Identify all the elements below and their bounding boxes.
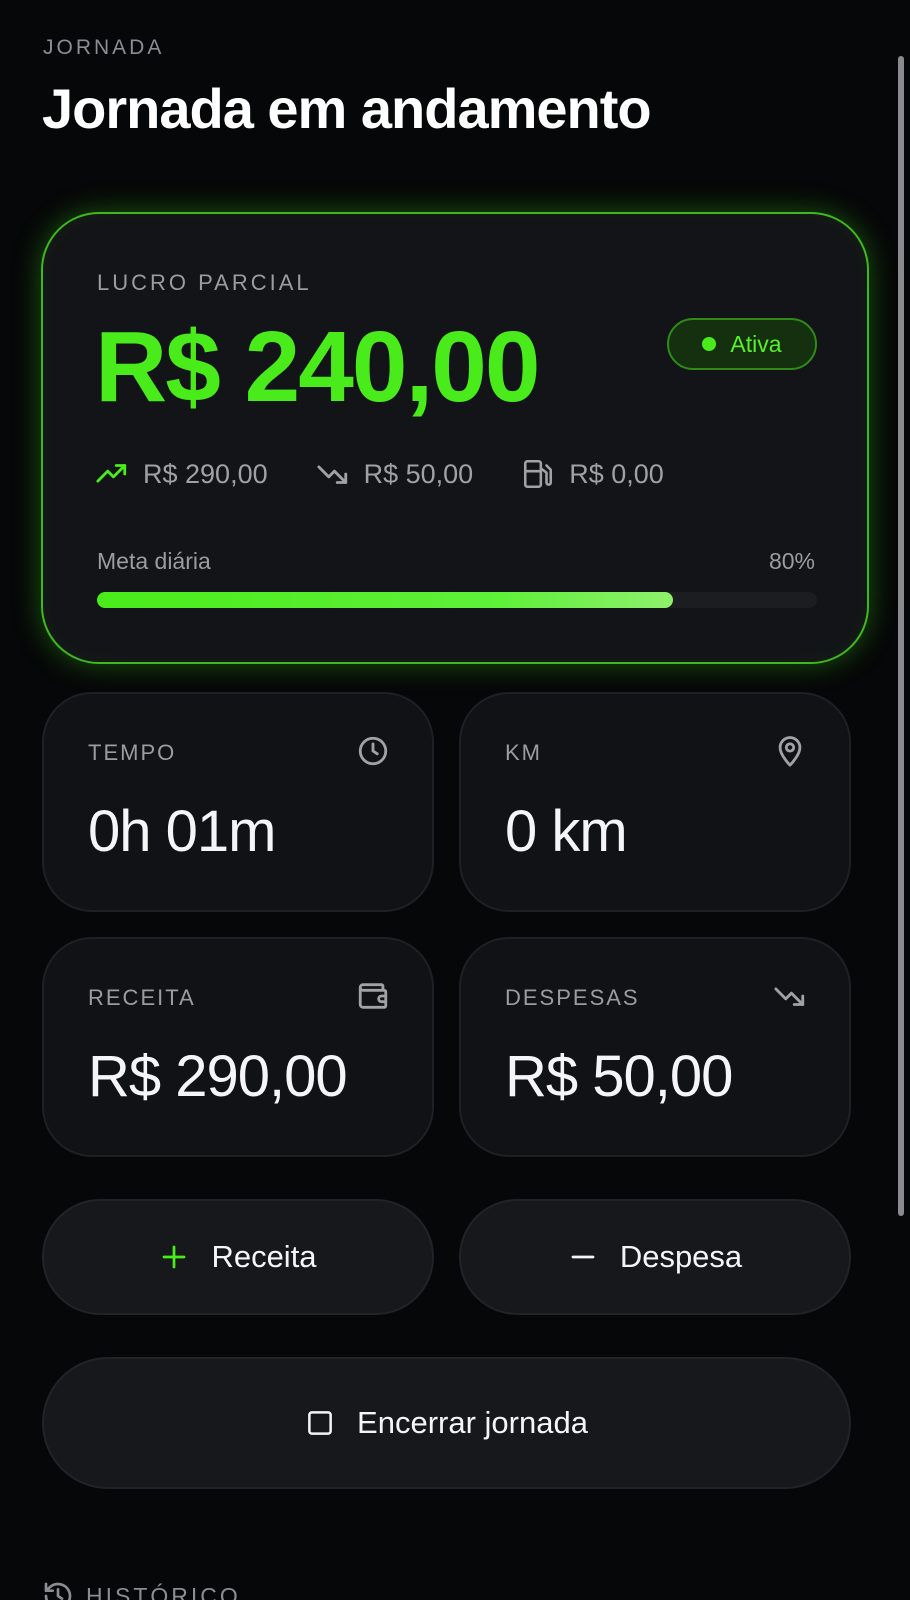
- page: JORNADA Jornada em andamento LUCRO PARCI…: [0, 0, 910, 1600]
- metric-revenue-value: R$ 290,00: [88, 1044, 348, 1109]
- status-text: Ativa: [730, 330, 782, 357]
- end-shift-label: Encerrar jornada: [357, 1405, 588, 1440]
- add-expense-label: Despesa: [619, 1239, 743, 1274]
- daily-goal-progress-fill: [97, 592, 673, 608]
- daily-goal-progress: [97, 592, 817, 608]
- fuel-icon: [524, 459, 553, 489]
- summary-expenses-value: R$ 50,00: [363, 458, 474, 489]
- history-header[interactable]: HISTÓRICO: [42, 1580, 241, 1600]
- metric-km-value: 0 km: [505, 799, 628, 864]
- profit-summary-card: LUCRO PARCIAL R$ 240,00 Ativa R$ 290,00 …: [41, 212, 869, 664]
- metric-card-time: TEMPO 0h 01m: [42, 692, 434, 912]
- history-label: HISTÓRICO: [86, 1582, 241, 1600]
- wallet-icon: [358, 983, 388, 1009]
- profit-label: LUCRO PARCIAL: [97, 270, 312, 295]
- summary-stats: R$ 290,00 R$ 50,00 R$ 0,00: [95, 454, 712, 494]
- metric-card-km: KM 0 km: [459, 692, 851, 912]
- metric-card-expenses: DESPESAS R$ 50,00: [459, 937, 851, 1157]
- trending-down-icon: [774, 987, 805, 1006]
- plus-icon: [163, 1245, 186, 1269]
- metric-expenses-label: DESPESAS: [505, 985, 640, 1010]
- section-eyebrow: JORNADA: [43, 36, 165, 59]
- metric-card-revenue: RECEITA R$ 290,00: [42, 937, 434, 1157]
- status-badge: Ativa: [667, 318, 817, 370]
- daily-goal-label: Meta diária: [97, 548, 211, 574]
- map-pin-icon: [778, 736, 802, 767]
- summary-expenses: R$ 50,00: [316, 457, 474, 491]
- metric-time-value: 0h 01m: [88, 799, 276, 864]
- summary-revenue: R$ 290,00: [95, 457, 268, 491]
- add-revenue-button[interactable]: Receita: [42, 1199, 434, 1315]
- page-title: Jornada em andamento: [42, 77, 652, 140]
- daily-goal-percent: 80%: [768, 548, 815, 574]
- minus-icon: [571, 1255, 595, 1259]
- metric-expenses-value: R$ 50,00: [505, 1044, 733, 1109]
- metric-km-label: KM: [505, 740, 542, 765]
- add-revenue-label: Receita: [211, 1239, 317, 1274]
- profit-value: R$ 240,00: [95, 311, 540, 423]
- trending-down-icon: [317, 465, 347, 484]
- stop-square-icon: [308, 1411, 332, 1435]
- metric-revenue-label: RECEITA: [88, 985, 196, 1010]
- status-dot-icon: [702, 337, 717, 351]
- clock-icon: [358, 736, 388, 766]
- scrollbar[interactable]: [898, 56, 904, 1216]
- summary-fuel: R$ 0,00: [521, 457, 664, 491]
- history-icon: [44, 1582, 72, 1600]
- metric-time-label: TEMPO: [88, 740, 177, 765]
- summary-revenue-value: R$ 290,00: [143, 458, 268, 489]
- trending-up-icon: [96, 464, 127, 483]
- add-expense-button[interactable]: Despesa: [459, 1199, 851, 1315]
- end-shift-button[interactable]: Encerrar jornada: [42, 1357, 851, 1489]
- summary-fuel-value: R$ 0,00: [569, 458, 664, 489]
